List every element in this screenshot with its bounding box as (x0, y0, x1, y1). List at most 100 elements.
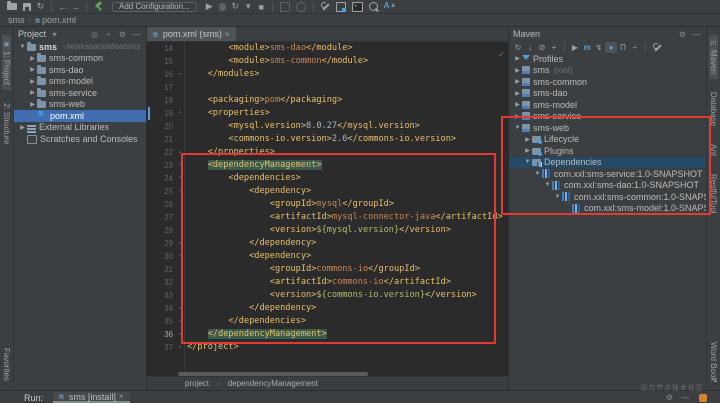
chevron-down-icon[interactable]: ▼ (523, 159, 532, 165)
tree-item-scratches-and-consoles[interactable]: Scratches and Consoles (14, 133, 146, 145)
line-number[interactable]: 30 (147, 250, 175, 263)
breadcrumb-file[interactable]: pom.xml (42, 15, 76, 25)
code-line-37[interactable]: 37▴</project> (147, 341, 508, 354)
horizontal-scrollbar[interactable] (178, 372, 368, 376)
open-folder-icon[interactable] (7, 3, 17, 10)
line-number[interactable]: 33 (147, 289, 175, 302)
tree-item-sms-model[interactable]: ▶sms-model (509, 99, 706, 111)
code-line-27[interactable]: 27 <artifactId>mysql-connector-java</art… (147, 211, 508, 224)
line-number[interactable]: 15 (147, 55, 175, 68)
tree-item-sms-common[interactable]: ▶sms-common (509, 76, 706, 88)
tree-item-sms-web[interactable]: ▼sms-web (509, 122, 706, 134)
line-number[interactable]: 24 (147, 172, 175, 185)
tree-item-sms-dao[interactable]: ▶sms-dao (14, 64, 146, 76)
line-number[interactable]: 36 (147, 328, 175, 341)
line-number[interactable]: 18 (147, 94, 175, 107)
line-number[interactable]: 14 (147, 42, 175, 55)
code-line-30[interactable]: 30▾ <dependency> (147, 250, 508, 263)
tree-item-sms-service[interactable]: ▶sms-service (14, 87, 146, 99)
terminal-icon[interactable] (352, 2, 363, 12)
search-icon[interactable] (369, 2, 378, 11)
chevron-right-icon[interactable]: ▶ (28, 89, 37, 96)
tree-item-dependencies[interactable]: ▼Dependencies (509, 157, 706, 169)
tree-item-sms[interactable]: ▶sms(root) (509, 65, 706, 77)
chevron-right-icon[interactable]: ▶ (513, 101, 522, 108)
line-number[interactable]: 26 (147, 198, 175, 211)
line-number[interactable]: 28 (147, 224, 175, 237)
hide-panel-icon[interactable]: — (691, 30, 702, 39)
tool-tab-restfultool[interactable]: RestfulTool (709, 169, 718, 219)
breadcrumb-project[interactable]: sms (8, 15, 25, 25)
chevron-right-icon[interactable]: ▶ (513, 55, 522, 62)
chevron-down-icon[interactable]: ▼ (553, 194, 562, 200)
settings-wrench-icon[interactable] (321, 2, 330, 11)
editor-tab-pom[interactable]: m pom.xml (sms) × (147, 27, 236, 41)
code-line-21[interactable]: 21 <commons-io.version>2.6</commons-io.v… (147, 133, 508, 146)
line-number[interactable]: 23 (147, 159, 175, 172)
stop-icon[interactable]: ■ (255, 1, 268, 13)
debug-icon[interactable] (219, 3, 226, 11)
locate-file-icon[interactable]: ◎ (89, 30, 100, 39)
code-line-35[interactable]: 35▴ </dependencies> (147, 315, 508, 328)
chevron-right-icon[interactable]: ▶ (513, 67, 522, 74)
code-line-18[interactable]: 18 <packaging>pom</packaging> (147, 94, 508, 107)
breadcrumb-element[interactable]: project (185, 379, 209, 388)
coverage-circle-icon[interactable] (296, 2, 306, 12)
chevron-right-icon[interactable]: ▶ (513, 113, 522, 120)
chevron-right-icon[interactable]: ▶ (523, 136, 532, 143)
chevron-right-icon[interactable]: ▶ (513, 90, 522, 97)
code-line-34[interactable]: 34▴ </dependency> (147, 302, 508, 315)
tree-item-sms-dao[interactable]: ▶sms-dao (509, 88, 706, 100)
line-number[interactable]: 20 (147, 120, 175, 133)
line-number[interactable]: 31 (147, 263, 175, 276)
code-line-32[interactable]: 32 <artifactId>commons-io</artifactId> (147, 276, 508, 289)
plugin-icon[interactable]: ↯ (593, 42, 605, 53)
tree-item-lifecycle[interactable]: ▶Lifecycle (509, 134, 706, 146)
code-line-16[interactable]: 16▴ </modules> (147, 68, 508, 81)
tool-tab-favorites[interactable]: Favorites (2, 343, 11, 386)
tool-tab-project[interactable]: ▣ 1: Project (2, 35, 11, 90)
show-profiles-icon[interactable]: Π (617, 42, 629, 53)
code-line-33[interactable]: 33 <version>${commons-io.version}</versi… (147, 289, 508, 302)
profiler-dropdown-icon[interactable]: ▾ (242, 1, 255, 13)
code-editor[interactable]: 14 <module>sms-dao</module>15 <module>sm… (147, 42, 508, 376)
tree-item-profiles[interactable]: ▶Profiles (509, 53, 706, 65)
line-number[interactable]: 19 (147, 107, 175, 120)
add-maven-project-icon[interactable]: + (548, 42, 560, 53)
tool-tab-database[interactable]: Database (709, 87, 718, 131)
tree-item-com-xxl-sms-model-1-0-snapshot[interactable]: com.xxl:sms-model:1.0-SNAPSHOT (509, 203, 706, 215)
gear-icon[interactable]: ⚙ (117, 30, 128, 39)
code-line-28[interactable]: 28 <version>${mysql.version}</version> (147, 224, 508, 237)
execute-maven-goal-icon[interactable]: m (581, 42, 593, 53)
code-line-20[interactable]: 20 <mysql.version>8.0.27</mysql.version> (147, 120, 508, 133)
line-number[interactable]: 16 (147, 68, 175, 81)
code-line-36[interactable]: 36▴ </dependencyManagement> (147, 328, 508, 341)
breadcrumb-element[interactable]: dependencyManagement (228, 379, 318, 388)
code-line-15[interactable]: 15 <module>sms-common</module> (147, 55, 508, 68)
add-configuration-button[interactable]: Add Configuration... (112, 2, 197, 12)
skip-tests-icon[interactable]: ⊘ (536, 42, 548, 53)
tool-tab-structure[interactable]: 2: Structure (2, 98, 11, 149)
generate-sources-icon[interactable]: ↓ (524, 42, 536, 53)
tree-item-com-xxl-sms-dao-1-0-snapshot[interactable]: ▼com.xxl:sms-dao:1.0-SNAPSHOT (509, 180, 706, 192)
tree-item-sms-model[interactable]: ▶sms-model (14, 76, 146, 88)
line-number[interactable]: 37 (147, 341, 175, 354)
line-number[interactable]: 25 (147, 185, 175, 198)
tree-item-plugins[interactable]: ▶Plugins (509, 145, 706, 157)
run-maven-build-icon[interactable]: ▶ (569, 42, 581, 53)
line-number[interactable]: 29 (147, 237, 175, 250)
line-number[interactable]: 17 (147, 81, 175, 94)
forward-icon[interactable]: → (69, 1, 82, 13)
line-number[interactable]: 34 (147, 302, 175, 315)
tree-item-sms-service[interactable]: ▶sms-service (509, 111, 706, 123)
scroll-up-icon[interactable]: ▴ (714, 377, 717, 384)
tree-item-com-xxl-sms-common-1-0-snapshot[interactable]: ▼com.xxl:sms-common:1.0-SNAPSHOT (509, 191, 706, 203)
project-structure-icon[interactable] (336, 2, 346, 12)
chevron-right-icon[interactable]: ▶ (18, 124, 27, 131)
code-line-23[interactable]: 23▾ <dependencyManagement> (147, 159, 508, 172)
line-number[interactable]: 21 (147, 133, 175, 146)
code-line-25[interactable]: 25▾ <dependency> (147, 185, 508, 198)
offline-mode-icon[interactable]: ● (605, 42, 617, 53)
close-run-tab-icon[interactable]: × (119, 392, 124, 401)
tree-item-sms-web[interactable]: ▶sms-web (14, 99, 146, 111)
